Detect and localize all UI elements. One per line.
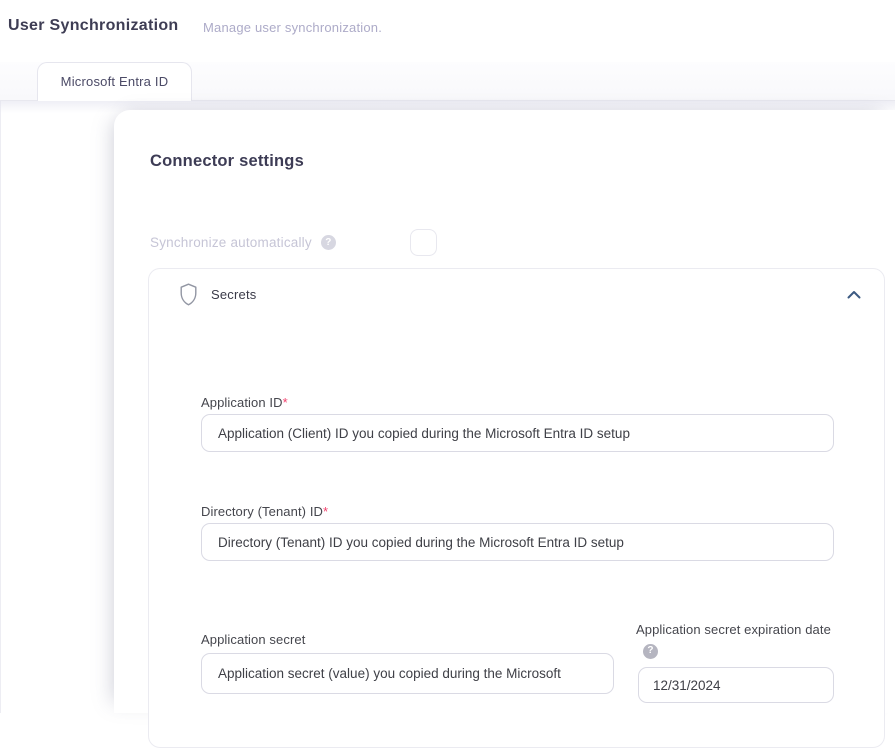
application-id-input[interactable] — [201, 414, 834, 452]
chevron-up-icon[interactable] — [847, 286, 861, 304]
help-icon[interactable]: ? — [321, 235, 336, 250]
sync-automatically-checkbox[interactable] — [410, 229, 437, 256]
required-marker: * — [323, 504, 328, 519]
directory-tenant-id-label: Directory (Tenant) ID* — [201, 504, 328, 519]
tab-microsoft-entra-id[interactable]: Microsoft Entra ID — [37, 62, 192, 101]
page-subtitle: Manage user synchronization. — [203, 20, 382, 35]
page-left-border — [0, 62, 1, 713]
tab-bar: Microsoft Entra ID — [0, 62, 895, 101]
secrets-panel: Secrets Application ID* Directory (Tenan… — [148, 268, 885, 748]
shield-icon — [180, 283, 197, 311]
content-card: Connector settings Synchronize automatic… — [114, 110, 895, 713]
required-marker: * — [283, 395, 288, 410]
application-id-label: Application ID* — [201, 395, 288, 410]
directory-tenant-id-input[interactable] — [201, 523, 834, 561]
section-title: Connector settings — [150, 152, 304, 171]
directory-tenant-id-label-text: Directory (Tenant) ID — [201, 504, 323, 519]
secret-expiration-date-label-text: Application secret expiration date — [636, 622, 831, 637]
application-secret-input[interactable] — [201, 653, 614, 694]
secrets-panel-header[interactable]: Secrets — [149, 269, 884, 321]
application-id-label-text: Application ID — [201, 395, 283, 410]
secret-expiration-date-label: Application secret expiration date ? — [636, 621, 832, 659]
application-secret-label: Application secret — [201, 632, 305, 647]
sync-automatically-label: Synchronize automatically — [150, 235, 312, 250]
help-icon[interactable]: ? — [643, 644, 658, 659]
application-secret-label-text: Application secret — [201, 632, 305, 647]
secret-expiration-date-input[interactable] — [638, 667, 834, 703]
secrets-panel-title: Secrets — [211, 287, 256, 302]
page-title: User Synchronization — [8, 17, 178, 35]
sync-automatically-row: Synchronize automatically ? — [150, 235, 336, 250]
